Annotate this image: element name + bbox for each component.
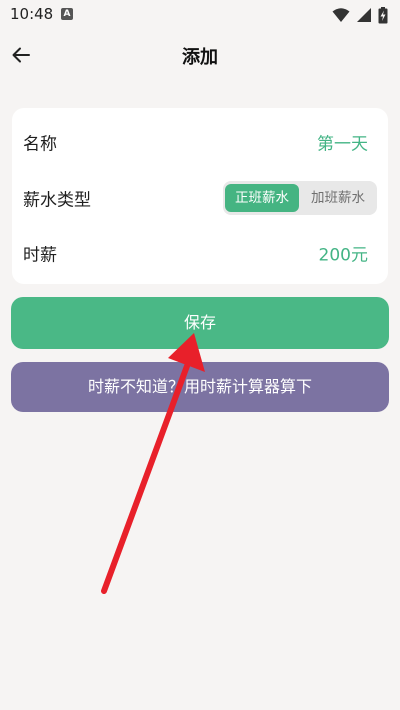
- hourly-wage-row[interactable]: 时薪 200元: [12, 225, 388, 281]
- page-title: 添加: [182, 47, 218, 68]
- name-label: 名称: [23, 134, 57, 155]
- notification-badge-icon: A: [61, 8, 73, 20]
- salary-type-toggle[interactable]: 正班薪水 加班薪水: [223, 181, 377, 215]
- save-button[interactable]: 保存: [11, 297, 389, 349]
- status-icons: [332, 6, 388, 24]
- name-row[interactable]: 名称 第一天: [12, 114, 388, 170]
- salary-type-label: 薪水类型: [23, 190, 91, 211]
- salary-type-row: 薪水类型 正班薪水 加班薪水: [12, 170, 388, 226]
- app-bar: 添加: [0, 30, 400, 80]
- annotation-arrow-icon: [101, 333, 205, 594]
- name-value[interactable]: 第一天: [317, 130, 368, 155]
- battery-charging-icon: [378, 6, 388, 23]
- salary-type-option-overtime[interactable]: 加班薪水: [301, 184, 375, 212]
- hourly-wage-value[interactable]: 200元: [319, 241, 368, 266]
- hourly-wage-calculator-button[interactable]: 时薪不知道？用时薪计算器算下: [11, 362, 389, 412]
- form-card: 名称 第一天 薪水类型 正班薪水 加班薪水 时薪 200元: [12, 108, 388, 284]
- salary-type-option-regular[interactable]: 正班薪水: [225, 184, 299, 212]
- status-bar: 10:48 A: [0, 0, 400, 30]
- hourly-wage-label: 时薪: [23, 245, 57, 266]
- status-time: 10:48: [10, 5, 54, 23]
- wifi-icon: [332, 8, 350, 22]
- signal-icon: [357, 8, 371, 22]
